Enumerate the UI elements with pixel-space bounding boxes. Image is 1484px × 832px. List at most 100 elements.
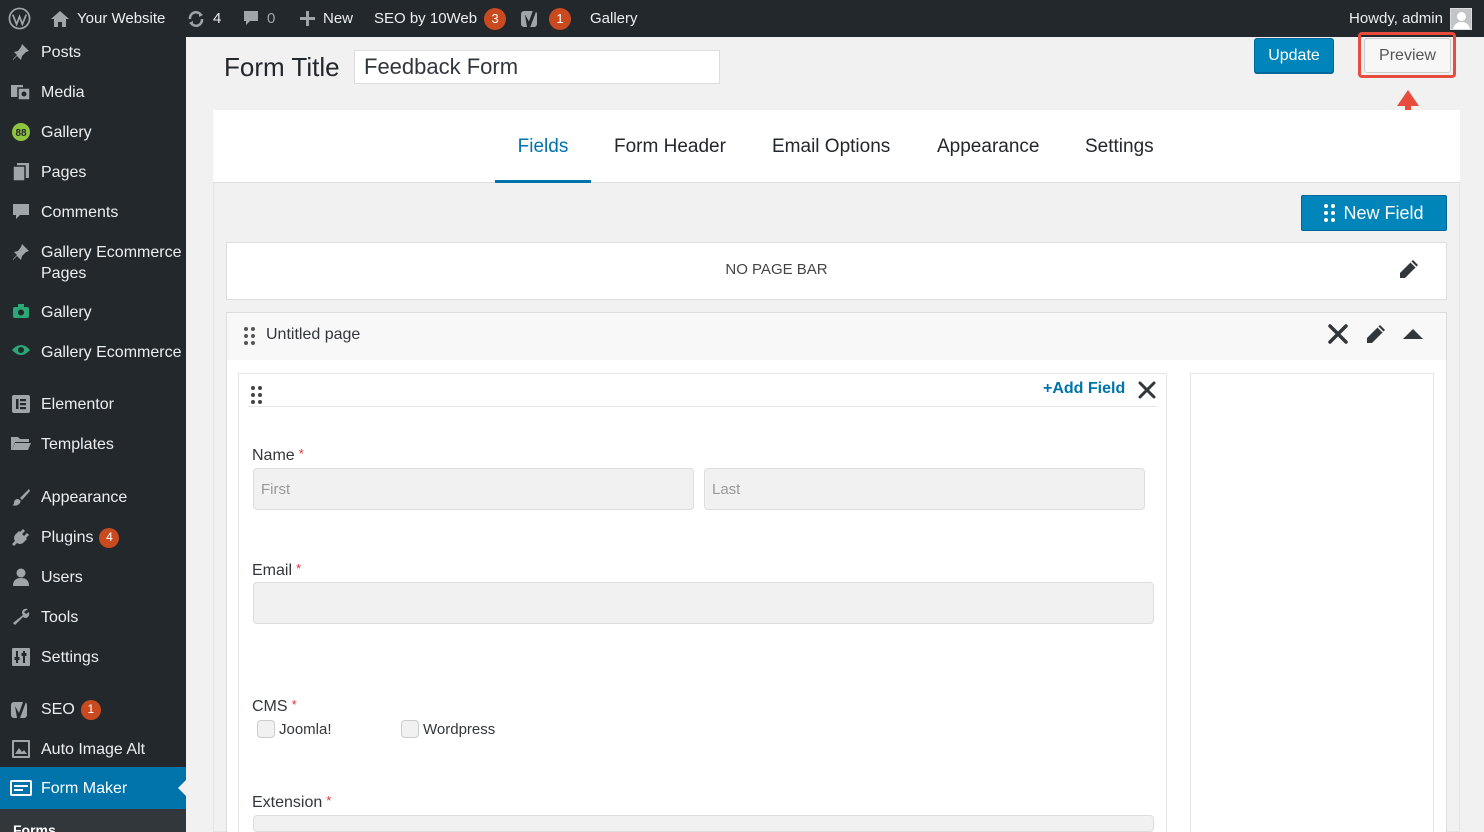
- gallery-label: Gallery: [590, 10, 638, 27]
- chevron-up-icon[interactable]: [1401, 326, 1425, 342]
- tab-appearance[interactable]: Appearance: [937, 110, 1039, 183]
- sidebar-item-gallery-ecommerce-pages[interactable]: Gallery Ecommerce Pages: [0, 242, 186, 284]
- form-title-label: Form Title: [224, 52, 340, 82]
- avatar: [1449, 7, 1472, 30]
- sidebar-item-media[interactable]: Media: [0, 82, 186, 103]
- extension-field-label: Extension *: [252, 793, 331, 812]
- add-field-link[interactable]: +Add Field: [1043, 380, 1125, 398]
- drag-handle-icon[interactable]: [251, 386, 262, 404]
- wordpress-logo[interactable]: [8, 0, 31, 37]
- new-field-label: New Field: [1343, 202, 1424, 223]
- sidebar-item-label: Gallery: [41, 304, 92, 321]
- new-field-button[interactable]: New Field: [1301, 195, 1447, 231]
- sidebar-item-label: Pages: [41, 164, 87, 181]
- my-account-link[interactable]: Howdy, admin: [1349, 0, 1472, 37]
- drag-handle-icon[interactable]: [244, 327, 255, 345]
- seo-badge: 1: [80, 699, 101, 720]
- required-marker: *: [296, 561, 302, 576]
- sidebar-item-auto-image-alt[interactable]: Auto Image Alt: [0, 739, 186, 760]
- sidebar-item-gallery-ecommerce[interactable]: Gallery Ecommerce: [0, 342, 186, 363]
- pencil-icon[interactable]: [1364, 322, 1388, 346]
- required-marker: *: [298, 446, 304, 461]
- cms-option-joomla[interactable]: Joomla!: [257, 720, 332, 738]
- column-divider: [248, 406, 1157, 407]
- sidebar-item-label: SEO: [41, 701, 75, 718]
- comments-icon: [0, 202, 41, 222]
- checkbox-label: Wordpress: [423, 720, 496, 738]
- pin-icon: [0, 242, 41, 262]
- tab-fields[interactable]: Fields: [495, 110, 591, 183]
- form-column-empty: [1190, 373, 1434, 832]
- drag-handle-icon: [1324, 204, 1336, 222]
- comments-link[interactable]: 0: [242, 0, 275, 37]
- preview-button[interactable]: Preview: [1364, 38, 1451, 73]
- plug-icon: [0, 527, 41, 547]
- sidebar-item-comments[interactable]: Comments: [0, 202, 186, 223]
- sidebar-item-gallery-2[interactable]: Gallery: [0, 302, 186, 323]
- media-icon: [0, 82, 41, 102]
- email-label-text: Email: [252, 562, 293, 579]
- site-name-link[interactable]: Your Website: [50, 0, 165, 37]
- image-icon: [0, 739, 41, 759]
- comments-count: 0: [267, 10, 276, 27]
- sidebar-item-label: Comments: [41, 204, 119, 221]
- plus-icon: [300, 11, 315, 26]
- pencil-icon[interactable]: [1397, 257, 1421, 281]
- page-name: Untitled page: [266, 326, 361, 343]
- tab-form-header[interactable]: Form Header: [614, 110, 726, 183]
- sidebar-item-gallery[interactable]: 88 Gallery: [0, 122, 186, 143]
- email-input[interactable]: [253, 582, 1154, 624]
- sidebar-item-users[interactable]: Users: [0, 567, 186, 588]
- checkbox[interactable]: [401, 720, 419, 738]
- checkbox[interactable]: [257, 720, 275, 738]
- yoast-link[interactable]: 1: [520, 0, 571, 37]
- extension-select[interactable]: [253, 815, 1154, 832]
- user-icon: [0, 567, 41, 587]
- sidebar-item-appearance[interactable]: Appearance: [0, 487, 186, 508]
- form-title-input[interactable]: [354, 50, 720, 84]
- sidebar-item-label-wrap: Plugins 4: [41, 527, 186, 548]
- update-button[interactable]: Update: [1254, 38, 1334, 73]
- svg-text:88: 88: [15, 128, 27, 139]
- sidebar-item-posts[interactable]: Posts: [0, 42, 186, 63]
- sidebar-item-plugins[interactable]: Plugins 4: [0, 527, 186, 548]
- sidebar-item-pages[interactable]: Pages: [0, 162, 186, 183]
- wordpress-icon: [8, 7, 31, 30]
- sidebar-item-elementor[interactable]: Elementor: [0, 394, 186, 415]
- sidebar-item-seo[interactable]: SEO 1: [0, 699, 186, 721]
- gallery-link[interactable]: Gallery: [590, 0, 638, 37]
- plugins-update-badge: 4: [99, 527, 120, 548]
- checkbox-label: Joomla!: [279, 720, 332, 738]
- folder-icon: [0, 434, 41, 452]
- seo-10web-link[interactable]: SEO by 10Web 3: [374, 0, 507, 37]
- comment-icon: [244, 11, 258, 25]
- settings-icon: [0, 647, 41, 667]
- sidebar-item-tools[interactable]: Tools: [0, 607, 186, 628]
- sidebar-item-label: Tools: [41, 609, 79, 626]
- sidebar-item-templates[interactable]: Templates: [0, 434, 186, 455]
- sidebar-item-label: Appearance: [41, 489, 128, 506]
- sidebar-item-settings[interactable]: Settings: [0, 647, 186, 668]
- sidebar-item-label: Form Maker: [41, 779, 128, 797]
- submenu-item-forms[interactable]: Forms: [13, 822, 56, 832]
- name-first-input[interactable]: [253, 468, 694, 510]
- tab-email-options[interactable]: Email Options: [772, 110, 890, 183]
- cms-option-wordpress[interactable]: Wordpress: [401, 720, 495, 738]
- close-icon[interactable]: [1137, 380, 1157, 400]
- seo-10web-badge: 3: [484, 7, 507, 30]
- pages-icon: [0, 162, 41, 182]
- sidebar-item-form-maker[interactable]: Form Maker: [0, 767, 186, 809]
- sidebar-item-label: Elementor: [41, 396, 114, 413]
- seo-10web-label: SEO by 10Web: [374, 10, 478, 27]
- cms-label-text: CMS: [252, 698, 288, 715]
- brush-icon: [0, 487, 41, 507]
- name-last-input[interactable]: [704, 468, 1145, 510]
- close-icon[interactable]: [1326, 322, 1350, 346]
- tab-settings[interactable]: Settings: [1085, 110, 1154, 183]
- sidebar-item-label: Auto Image Alt: [41, 741, 146, 758]
- updates-link[interactable]: 4: [186, 0, 221, 37]
- elementor-icon: [0, 394, 41, 414]
- new-content-link[interactable]: New: [299, 0, 353, 37]
- plus-icon: +: [1043, 380, 1053, 397]
- extension-label-text: Extension: [252, 794, 323, 811]
